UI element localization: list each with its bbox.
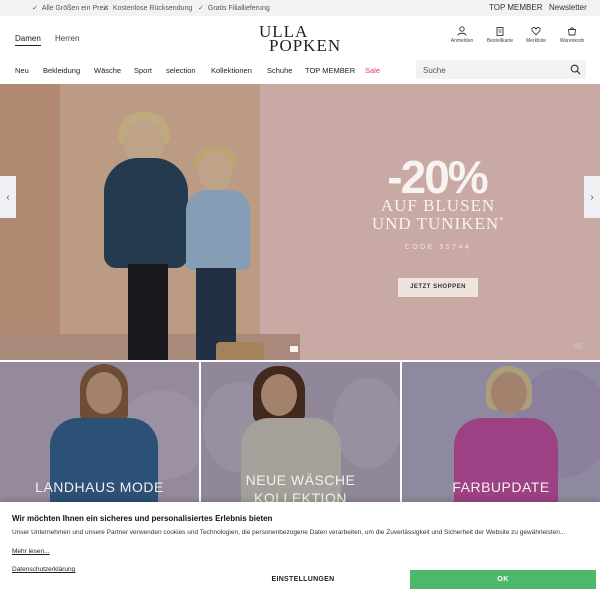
order-card-label: Bestellkarte: [486, 38, 514, 44]
category-tile-landhaus[interactable]: LANDHAUS MODE: [0, 362, 199, 502]
nav-item-waesche[interactable]: Wäsche: [94, 66, 121, 75]
gender-tab-damen[interactable]: Damen: [15, 34, 41, 46]
cart-icon: [567, 27, 577, 36]
nav-item-bekleidung[interactable]: Bekleidung: [43, 66, 80, 75]
wishlist-label: Merkliste: [525, 38, 546, 44]
tile-title: LANDHAUS MODE: [35, 479, 164, 495]
cart-button[interactable]: Warenkorb: [555, 26, 589, 44]
carousel-dots: [290, 346, 298, 352]
shop-now-button[interactable]: JETZT SHOPPEN: [398, 278, 478, 297]
category-tile-waesche[interactable]: NEUE WÄSCHE KOLLEKTION: [201, 362, 400, 502]
clipboard-icon: [496, 27, 504, 36]
read-more-link[interactable]: Mehr lesen...: [12, 548, 50, 555]
usp-item: ✓ Kostenlose Rücksendung: [103, 4, 193, 13]
nav-item-sport[interactable]: Sport: [134, 66, 152, 75]
promo-headline-2-text: UND TUNIKEN: [371, 214, 500, 233]
check-icon: ✓: [32, 5, 38, 12]
logo-line-2: POPKEN: [269, 36, 342, 55]
search-bar: [416, 60, 586, 80]
carousel-prev-button[interactable]: ‹: [0, 176, 16, 218]
cookie-accept-button[interactable]: OK: [410, 570, 596, 589]
check-icon: ✓: [198, 5, 204, 12]
top-info-bar: ✓ Alle Größen ein Preis ✓ Kostenlose Rüc…: [0, 0, 600, 16]
usp-item: ✓ Gratis Filiallieferung: [198, 4, 270, 13]
usp-label: Alle Größen ein Preis: [41, 4, 109, 12]
user-icon: [457, 26, 467, 36]
usp-label: Kostenlose Rücksendung: [112, 4, 193, 12]
cookie-body-text: Unser Unternehmen und unsere Partner ver…: [12, 529, 566, 536]
cookie-title: Wir möchten Ihnen ein sicheres und perso…: [12, 514, 273, 523]
chevron-right-icon: ›: [590, 191, 594, 203]
privacy-policy-link[interactable]: Datenschutzerklärung: [12, 566, 75, 573]
nav-item-kollektionen[interactable]: Kollektionen: [211, 66, 252, 75]
usp-label: Gratis Filiallieferung: [207, 4, 270, 12]
nav-item-selection[interactable]: selection: [166, 66, 196, 75]
search-icon[interactable]: [570, 64, 581, 75]
promo-headline-1: AUF BLUSEN: [380, 196, 496, 215]
search-input[interactable]: [416, 61, 556, 80]
account-button[interactable]: Anmelden: [445, 26, 479, 44]
site-header: Damen Herren ULLA POPKEN Anmelden Bestel…: [0, 16, 600, 60]
nav-item-sale[interactable]: Sale: [365, 66, 380, 75]
promo-code: CODE 55744: [404, 244, 472, 251]
nav-item-schuhe[interactable]: Schuhe: [267, 66, 292, 75]
order-card-button[interactable]: Bestellkarte: [483, 26, 517, 44]
account-label: Anmelden: [450, 38, 474, 44]
chevron-left-icon: ‹: [6, 191, 10, 203]
nav-item-neu[interactable]: Neu: [15, 66, 29, 75]
gender-tab-herren[interactable]: Herren: [55, 34, 79, 43]
top-member-link[interactable]: TOP MEMBER: [489, 3, 543, 12]
tile-title-line-1: NEUE WÄSCHE: [245, 472, 356, 488]
category-tile-farbupdate[interactable]: FARBUPDATE: [402, 362, 600, 502]
cookie-consent-banner: Wir möchten Ihnen ein sicheres und perso…: [0, 502, 600, 600]
nav-item-top-member[interactable]: TOP MEMBER: [305, 66, 355, 75]
brand-logo[interactable]: ULLA POPKEN: [259, 22, 343, 55]
wishlist-button[interactable]: Merkliste: [519, 26, 553, 44]
promo-headline-2: UND TUNIKEN*: [340, 214, 536, 234]
tile-title-line-2: KOLLEKTION: [254, 490, 347, 502]
carousel-next-button[interactable]: ›: [584, 176, 600, 218]
hero-banner[interactable]: -20% AUF BLUSEN UND TUNIKEN* CODE 55744 …: [0, 84, 600, 360]
promo-asterisk: *: [499, 215, 505, 225]
hero-corner-badge: [574, 343, 582, 349]
usp-item: ✓ Alle Größen ein Preis: [32, 4, 109, 13]
carousel-dot[interactable]: [290, 346, 298, 352]
cookie-settings-button[interactable]: EINSTELLUNGEN: [210, 570, 396, 589]
tile-title: FARBUPDATE: [452, 479, 550, 495]
cart-label: Warenkorb: [559, 38, 585, 44]
heart-icon: [531, 27, 541, 36]
newsletter-link[interactable]: Newsletter: [549, 3, 587, 12]
check-icon: ✓: [103, 5, 109, 12]
